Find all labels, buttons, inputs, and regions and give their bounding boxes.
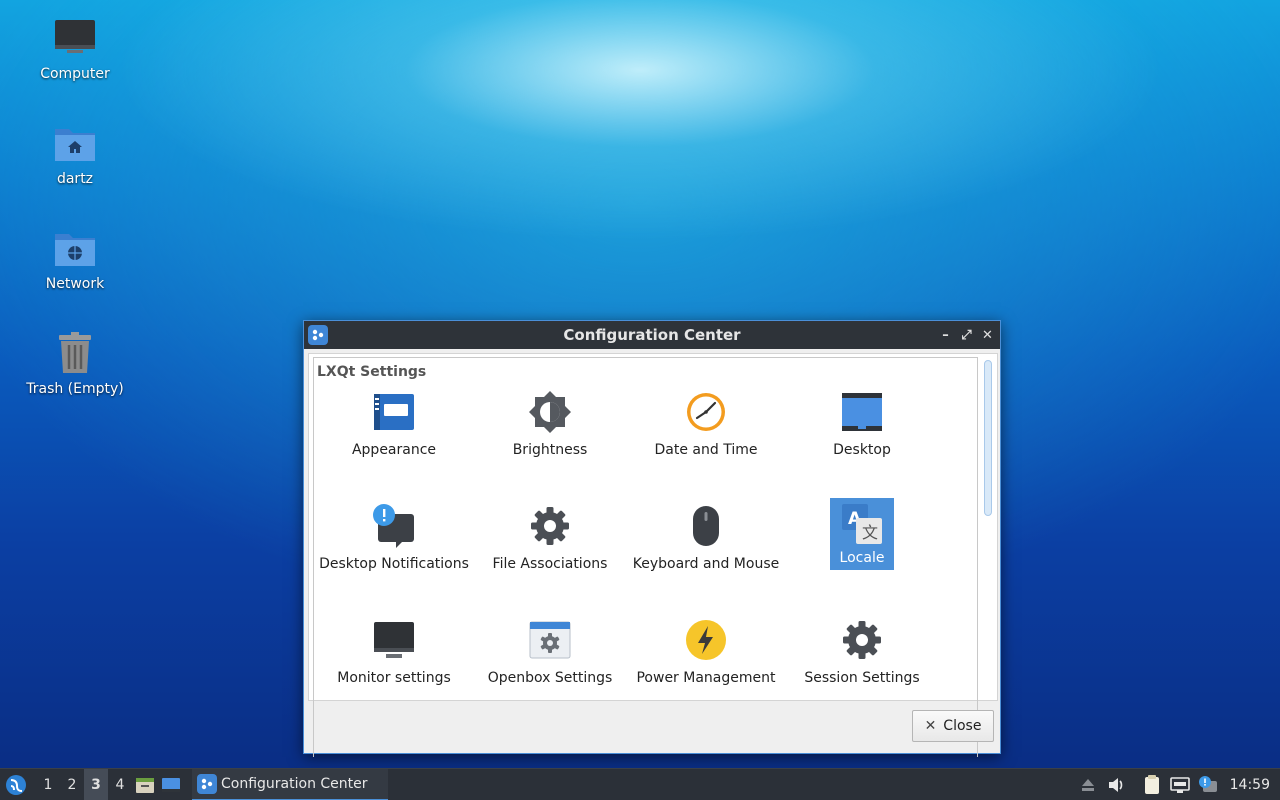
update-notifier-icon[interactable] (1194, 769, 1222, 800)
task-configuration-center[interactable]: Configuration Center (192, 768, 388, 800)
workspace-4[interactable]: 4 (108, 769, 132, 800)
appearance-icon (372, 390, 416, 434)
desktop-icon-label: Trash (Empty) (26, 381, 124, 397)
item-brightness[interactable]: Brightness (475, 390, 625, 459)
gear-icon (528, 504, 572, 548)
clock[interactable]: 14:59 (1222, 777, 1280, 793)
monitor-icon (372, 618, 416, 662)
trash-icon (53, 331, 97, 375)
desktop-icon-computer[interactable]: Computer (20, 16, 130, 82)
close-window-button[interactable]: ✕ (981, 329, 994, 342)
svg-text:文: 文 (862, 523, 878, 542)
desktop-icon-network[interactable]: Network (20, 226, 130, 292)
task-label: Configuration Center (221, 775, 368, 792)
item-desktop-notifications[interactable]: Desktop Notifications (319, 504, 469, 573)
item-openbox-settings[interactable]: Openbox Settings (475, 618, 625, 687)
system-tray: 14:59 (1074, 769, 1280, 800)
vertical-scrollbar[interactable] (983, 356, 993, 698)
item-label: Desktop Notifications (319, 556, 469, 572)
item-label: Appearance (351, 442, 437, 458)
item-label: Locale (839, 550, 885, 566)
lxqt-config-icon (197, 773, 217, 794)
item-monitor-settings[interactable]: Monitor settings (319, 618, 469, 687)
main-menu-button[interactable] (0, 769, 32, 800)
lxqt-config-icon (308, 325, 328, 345)
desktop-icon-label: Computer (40, 66, 110, 82)
gear-icon (840, 618, 884, 662)
clipboard-icon[interactable] (1138, 769, 1166, 800)
notification-icon (372, 504, 416, 548)
item-desktop[interactable]: Desktop (787, 390, 937, 459)
desktop-icon (840, 390, 884, 434)
volume-icon[interactable] (1102, 769, 1130, 800)
close-icon: ✕ (924, 718, 937, 734)
settings-panel: LXQt Settings Appearance Brightness Date… (308, 353, 998, 757)
item-session-settings[interactable]: Session Settings (787, 618, 937, 687)
desktop-icon-home[interactable]: dartz (20, 121, 130, 187)
item-label: Brightness (512, 442, 588, 458)
item-label: Session Settings (804, 670, 920, 686)
desktop-icon-trash[interactable]: Trash (Empty) (20, 331, 130, 397)
item-label: Date and Time (654, 442, 758, 458)
item-file-associations[interactable]: File Associations (475, 504, 625, 573)
item-label: File Associations (492, 556, 608, 572)
workspace-3[interactable]: 3 (84, 768, 108, 800)
network-icon[interactable] (1166, 769, 1194, 800)
power-icon (684, 618, 728, 662)
locale-icon: A文 (840, 502, 884, 546)
scrollbar-thumb[interactable] (984, 360, 992, 516)
item-label: Keyboard and Mouse (632, 556, 780, 572)
item-date-and-time[interactable]: Date and Time (631, 390, 781, 459)
item-power-management[interactable]: Power Management (631, 618, 781, 687)
eject-icon[interactable] (1074, 769, 1102, 800)
workspace-1[interactable]: 1 (36, 769, 60, 800)
minimize-button[interactable]: – (939, 329, 952, 342)
close-button[interactable]: ✕ Close (912, 710, 994, 742)
workspace-2[interactable]: 2 (60, 769, 84, 800)
item-appearance[interactable]: Appearance (319, 390, 469, 459)
network-folder-icon (53, 226, 97, 270)
file-manager-icon[interactable] (132, 769, 158, 800)
item-keyboard-and-mouse[interactable]: Keyboard and Mouse (631, 504, 781, 573)
group-title: LXQt Settings (317, 364, 427, 380)
mouse-icon (684, 504, 728, 548)
lxqt-logo-icon (6, 774, 26, 795)
configuration-center-window: Configuration Center – ⤢ ✕ LXQt Settings… (303, 320, 1001, 757)
desktop-icon-label: Network (45, 276, 105, 292)
close-button-label: Close (943, 718, 982, 734)
window-titlebar[interactable]: Configuration Center – ⤢ ✕ (304, 321, 1000, 349)
maximize-button[interactable]: ⤢ (960, 329, 973, 342)
show-desktop-icon[interactable] (158, 769, 184, 800)
item-label: Openbox Settings (487, 670, 613, 686)
window-title: Configuration Center (563, 326, 741, 344)
computer-icon (53, 16, 97, 60)
taskbar: 1 2 3 4 Configuration Center 14:59 (0, 768, 1280, 800)
item-label: Monitor settings (337, 670, 451, 686)
clock-icon (684, 390, 728, 434)
item-locale[interactable]: A文 Locale (830, 498, 894, 570)
desktop-icon-label: dartz (56, 171, 94, 187)
item-label: Power Management (636, 670, 776, 686)
item-label: Desktop (833, 442, 891, 458)
brightness-icon (528, 390, 572, 434)
home-folder-icon (53, 121, 97, 165)
openbox-icon (528, 618, 572, 662)
